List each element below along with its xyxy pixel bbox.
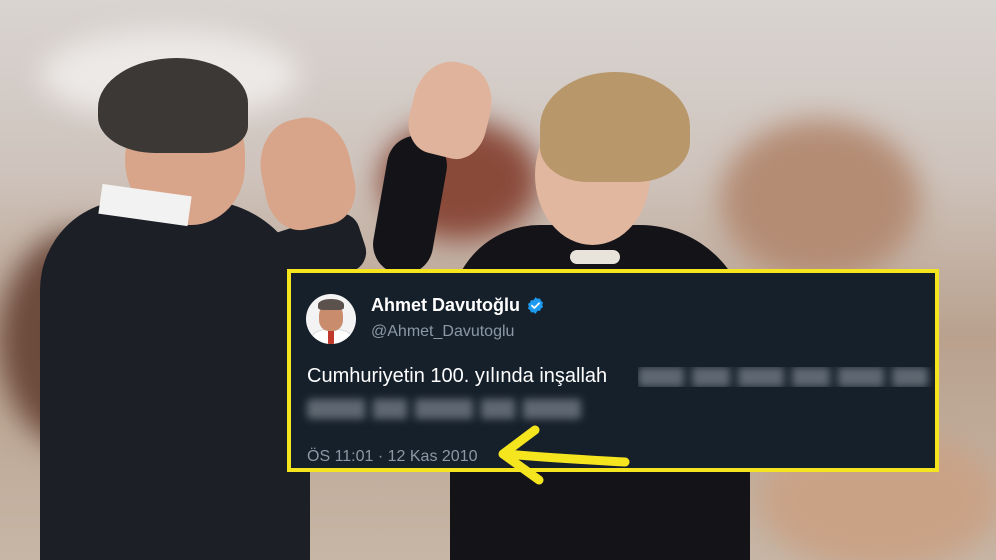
author-display-name[interactable]: Ahmet Davutoğlu	[371, 295, 520, 316]
redacted-text-line-2	[307, 399, 582, 419]
woman-hair	[540, 72, 690, 182]
man-hair	[98, 58, 248, 153]
author-row: Ahmet Davutoğlu	[371, 295, 545, 316]
avatar-hair	[318, 299, 344, 310]
avatar-tie	[328, 330, 334, 344]
verified-badge-icon	[527, 297, 544, 314]
arrow-left-icon	[498, 425, 630, 485]
redacted-text-line-1	[638, 367, 938, 387]
tweet-timestamp[interactable]: ÖS 11:01 · 12 Kas 2010	[307, 448, 477, 466]
woman-necklace	[570, 250, 620, 264]
photo-composite: Ahmet Davutoğlu @Ahmet_Davutoglu Cumhuri…	[0, 0, 996, 560]
profile-avatar[interactable]	[306, 294, 356, 344]
background-warm-patch	[720, 120, 920, 280]
author-handle[interactable]: @Ahmet_Davutoglu	[371, 323, 514, 341]
tweet-text: Cumhuriyetin 100. yılında inşallah	[307, 365, 608, 387]
